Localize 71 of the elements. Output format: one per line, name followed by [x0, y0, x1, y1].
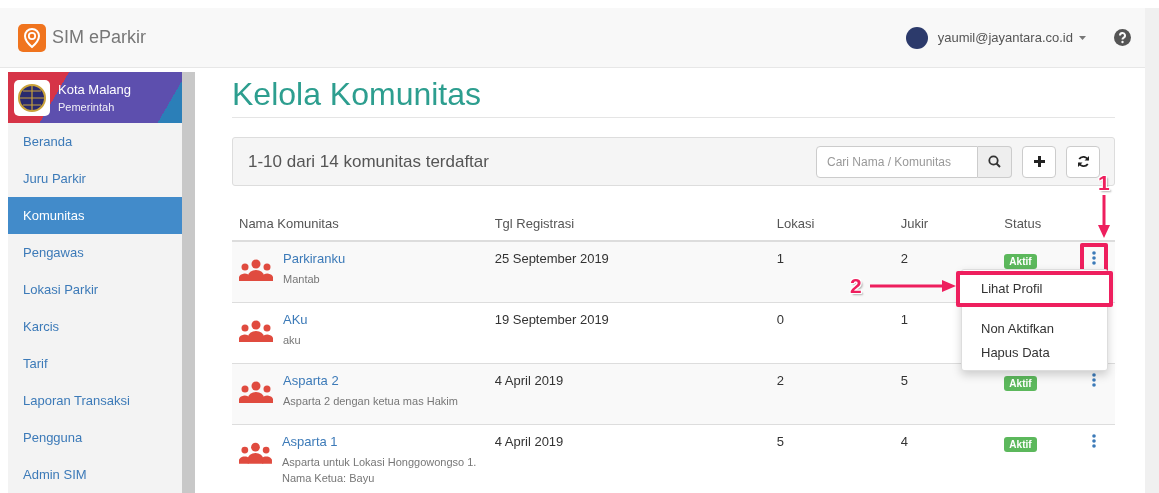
column-header: Nama Komunitas: [239, 215, 339, 231]
sidebar-item[interactable]: Laporan Transaksi: [8, 382, 182, 419]
attendant-count: 1: [900, 312, 908, 327]
page-title: Kelola Komunitas: [232, 76, 1115, 118]
group-icon: [239, 259, 273, 281]
avatar: [905, 26, 928, 49]
plus-icon: [1032, 155, 1046, 168]
location-count: 0: [776, 312, 784, 327]
menu-item[interactable]: Hapus Data: [962, 341, 1107, 365]
caret-icon: [1079, 35, 1086, 40]
scrollbar[interactable]: [1145, 8, 1159, 493]
community-name-link[interactable]: AKu: [283, 312, 308, 327]
search-field[interactable]: Cari Nama / Komunitas: [816, 145, 978, 178]
community-name-link[interactable]: Asparta 2: [283, 373, 458, 388]
refresh-icon: [1076, 155, 1090, 168]
result-summary: 1-10 dari 14 komunitas terdaftar: [248, 151, 490, 172]
column-header: Jukir: [900, 215, 929, 231]
search-button[interactable]: [978, 145, 1012, 178]
help-icon[interactable]: [1114, 29, 1131, 46]
user-menu[interactable]: yaumil@jayantara.co.id: [937, 30, 1086, 45]
community-name-link[interactable]: Parkiranku: [283, 251, 346, 266]
sidebar-item[interactable]: Komunitas: [8, 197, 182, 234]
more-options-icon: [1092, 251, 1096, 265]
sidebar-item[interactable]: Beranda: [8, 123, 182, 160]
step-number: 2: [850, 274, 862, 298]
location-count: 1: [776, 251, 784, 266]
status-badge: Aktif: [1004, 376, 1037, 391]
more-options-icon: [1092, 373, 1096, 387]
attendant-count: 4: [900, 434, 908, 449]
search-icon: [988, 155, 1001, 168]
location-count: 5: [776, 434, 784, 449]
status-badge: Aktif: [1004, 437, 1037, 452]
menu-item[interactable]: Lihat Profil: [956, 271, 1113, 307]
group-icon: [239, 320, 273, 342]
registration-date: 19 September 2019: [494, 312, 609, 327]
menu-item[interactable]: Non Aktifkan: [962, 317, 1107, 341]
sidebar-item[interactable]: Tarif: [8, 345, 182, 382]
organization-logo-icon: [14, 79, 50, 116]
status-badge: Aktif: [1004, 254, 1037, 269]
community-description: Asparta untuk Lokasi Honggowongso 1. Nama Ketua: Bayu: [281, 455, 478, 486]
sidebar-item[interactable]: Juru Parkir: [8, 160, 182, 197]
community-description: aku: [283, 333, 302, 348]
community-description: Mantab: [283, 272, 321, 287]
add-button[interactable]: [1022, 145, 1056, 178]
registration-date: 4 April 2019: [494, 434, 564, 449]
sidebar-item[interactable]: Pengguna: [8, 419, 182, 456]
community-name-link[interactable]: Asparta 1: [281, 434, 481, 449]
sidebar-item[interactable]: Pengawas: [8, 234, 182, 271]
organization-name: Kota Malang: [58, 82, 131, 97]
column-header: Status: [1004, 215, 1042, 231]
column-header: Lokasi: [776, 215, 815, 231]
group-icon: [239, 442, 272, 464]
sidebar-item[interactable]: Karcis: [8, 308, 182, 345]
annotation-arrow: [1098, 195, 1110, 238]
sidebar-item[interactable]: Lokasi Parkir: [8, 271, 182, 308]
app-name[interactable]: SIM eParkir: [52, 27, 147, 48]
location-count: 2: [776, 373, 784, 388]
registration-date: 4 April 2019: [494, 373, 564, 388]
attendant-count: 2: [900, 251, 908, 266]
more-options-icon: [1092, 434, 1096, 448]
scrollbar[interactable]: [182, 72, 195, 493]
sidebar-item[interactable]: Admin SIM: [8, 456, 182, 493]
column-header: Tgl Registrasi: [494, 215, 575, 231]
app-logo-icon: [18, 23, 46, 52]
registration-date: 25 September 2019: [494, 251, 609, 266]
community-description: Asparta 2 dengan ketua mas Hakim: [283, 394, 458, 409]
group-icon: [239, 381, 273, 403]
refresh-button[interactable]: [1066, 145, 1100, 178]
attendant-count: 5: [900, 373, 908, 388]
step-number: 1: [1098, 171, 1110, 195]
organization-role: Pemerintah: [58, 101, 116, 113]
